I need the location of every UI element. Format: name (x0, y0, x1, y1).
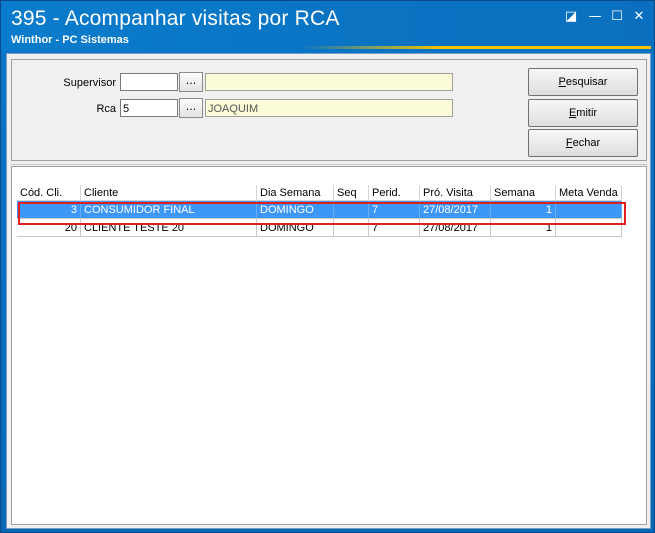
title-accent-line (301, 46, 651, 49)
grid-header-row: Cód. Cli. Cliente Dia Semana Seq Perid. … (17, 185, 622, 201)
col-pro-visita[interactable]: Pró. Visita (419, 185, 491, 201)
maximize-icon[interactable]: ☐ (609, 9, 625, 25)
title-bar[interactable]: 395 - Acompanhar visitas por RCA Winthor… (1, 1, 654, 51)
restore-icon[interactable]: ◪ (563, 9, 579, 25)
fechar-button[interactable]: Fechar (528, 129, 638, 157)
cell-pro-visita: 27/08/2017 (419, 218, 491, 237)
col-cliente[interactable]: Cliente (80, 185, 257, 201)
rca-label: Rca (96, 103, 116, 115)
cell-cliente: CLIENTE TESTE 20 (80, 218, 257, 237)
window-title: 395 - Acompanhar visitas por RCA (11, 7, 340, 30)
rca-name-field: JOAQUIM (205, 99, 453, 117)
cell-cod-cli: 20 (17, 218, 81, 237)
cell-semana: 1 (490, 218, 556, 237)
cell-seq (333, 218, 369, 237)
fechar-accel: F (565, 137, 573, 149)
window-subtitle: Winthor - PC Sistemas (11, 34, 129, 46)
client-area: Supervisor ... Rca 5 ... JOAQUIM Pesquis… (6, 53, 651, 529)
pesquisar-accel: P (558, 76, 566, 88)
col-cod-cli[interactable]: Cód. Cli. (17, 185, 81, 201)
cell-pro-visita: 27/08/2017 (419, 200, 491, 219)
emitir-button[interactable]: Emitir (528, 99, 638, 127)
col-dia-semana[interactable]: Dia Semana (256, 185, 334, 201)
filter-panel: Supervisor ... Rca 5 ... JOAQUIM Pesquis… (11, 59, 647, 161)
close-icon[interactable]: ✕ (631, 9, 647, 25)
supervisor-search-button[interactable]: ... (179, 72, 203, 92)
supervisor-label: Supervisor (63, 77, 116, 89)
results-table: Cód. Cli. Cliente Dia Semana Seq Perid. … (17, 185, 622, 237)
cell-cliente: CONSUMIDOR FINAL (80, 200, 257, 219)
pesquisar-button[interactable]: Pesquisar (528, 68, 638, 96)
cell-dia-semana: DOMINGO (256, 200, 334, 219)
supervisor-code-input[interactable] (120, 73, 178, 91)
cell-semana: 1 (490, 200, 556, 219)
col-seq[interactable]: Seq (333, 185, 369, 201)
fechar-label: echar (572, 137, 601, 149)
cell-meta-venda (555, 200, 622, 219)
cell-perid: 7 (368, 200, 420, 219)
app-window: 395 - Acompanhar visitas por RCA Winthor… (0, 0, 655, 533)
cell-cod-cli: 3 (17, 200, 81, 219)
cell-meta-venda (555, 218, 622, 237)
table-row[interactable]: 3 CONSUMIDOR FINAL DOMINGO 7 27/08/2017 … (17, 200, 622, 219)
results-grid: Cód. Cli. Cliente Dia Semana Seq Perid. … (11, 166, 647, 525)
splitter[interactable] (11, 164, 647, 165)
supervisor-name-field (205, 73, 453, 91)
cell-perid: 7 (368, 218, 420, 237)
col-semana[interactable]: Semana (490, 185, 556, 201)
emitir-label: mitir (576, 107, 598, 119)
table-row[interactable]: 20 CLIENTE TESTE 20 DOMINGO 7 27/08/2017… (17, 218, 622, 237)
col-perid[interactable]: Perid. (368, 185, 420, 201)
cell-dia-semana: DOMINGO (256, 218, 334, 237)
rca-code-input[interactable]: 5 (120, 99, 178, 117)
cell-seq (333, 200, 369, 219)
rca-search-button[interactable]: ... (179, 98, 203, 118)
col-meta-venda[interactable]: Meta Venda (555, 185, 622, 201)
minimize-icon[interactable]: — (587, 9, 603, 25)
pesquisar-label: esquisar (565, 76, 608, 88)
